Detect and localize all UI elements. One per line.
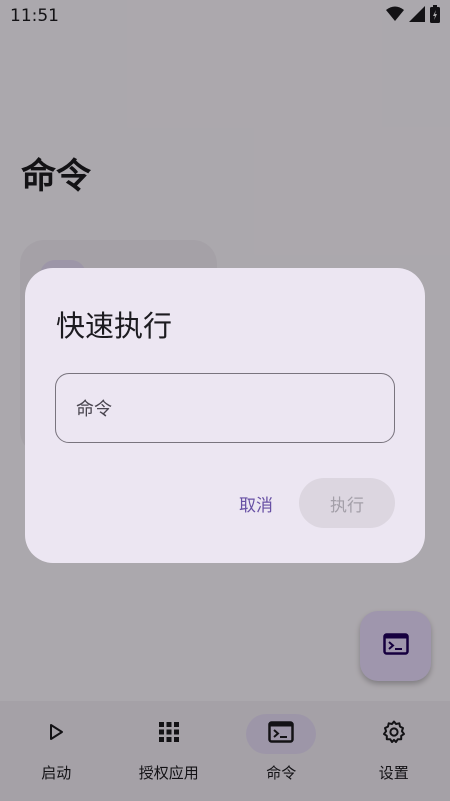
cancel-button[interactable]: 取消	[221, 478, 291, 528]
command-input-placeholder: 命令	[76, 399, 112, 420]
command-input[interactable]: 命令	[55, 373, 395, 443]
run-button[interactable]: 执行	[299, 478, 395, 528]
dialog-title: 快速执行	[56, 309, 173, 343]
quick-run-dialog: 快速执行 命令 取消 执行	[25, 268, 425, 563]
